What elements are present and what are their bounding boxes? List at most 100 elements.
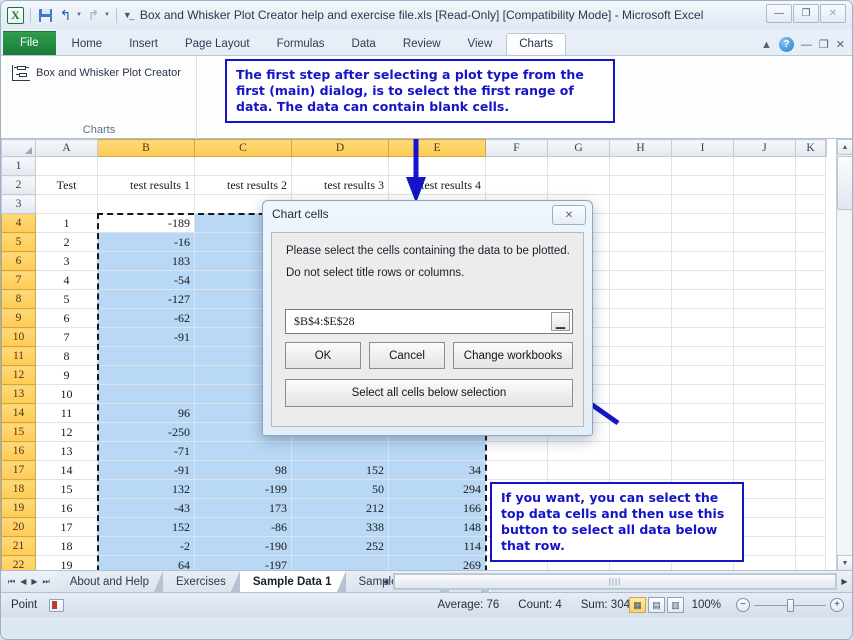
cell-empty[interactable] — [609, 365, 672, 385]
normal-view-button[interactable]: ▦ — [629, 597, 646, 613]
cell-A5[interactable]: 2 — [35, 232, 98, 252]
cell-empty[interactable] — [795, 365, 826, 385]
cell-B22[interactable]: 64 — [97, 555, 195, 570]
cell-empty[interactable] — [671, 194, 734, 214]
cell-empty[interactable] — [609, 384, 672, 404]
zoom-slider-thumb[interactable] — [787, 598, 794, 612]
page-layout-view-button[interactable]: ▤ — [648, 597, 665, 613]
cell-empty[interactable] — [733, 156, 796, 176]
cell-empty[interactable] — [795, 346, 826, 366]
cell-empty[interactable] — [671, 308, 734, 328]
cell-empty[interactable] — [609, 327, 672, 347]
cell-empty[interactable] — [609, 213, 672, 233]
cell-empty[interactable] — [609, 422, 672, 442]
cell-B11[interactable] — [97, 346, 195, 366]
cell-empty[interactable] — [795, 156, 826, 176]
cell-empty[interactable] — [795, 555, 826, 570]
sheet-tab-about-and-help[interactable]: About and Help — [56, 571, 164, 592]
select-all-below-button[interactable]: Select all cells below selection — [285, 379, 573, 407]
cell-empty[interactable] — [795, 441, 826, 461]
row-header-13[interactable]: 13 — [1, 384, 36, 404]
cell-D22[interactable] — [291, 555, 389, 570]
cell-C20[interactable]: -86 — [194, 517, 292, 537]
cell-empty[interactable] — [609, 232, 672, 252]
cell-D21[interactable]: 252 — [291, 536, 389, 556]
row-header-11[interactable]: 11 — [1, 346, 36, 366]
cell-A19[interactable]: 16 — [35, 498, 98, 518]
last-sheet-icon[interactable]: ⏭ — [43, 577, 50, 587]
cell-empty[interactable] — [671, 441, 734, 461]
cell-A6[interactable]: 3 — [35, 251, 98, 271]
cell-A1[interactable] — [35, 156, 98, 176]
tab-data[interactable]: Data — [339, 33, 389, 55]
sheet-tab-sample-data-1[interactable]: Sample Data 1 — [239, 571, 346, 592]
cell-empty[interactable] — [795, 308, 826, 328]
cell-empty[interactable] — [733, 460, 796, 480]
row-header-2[interactable]: 2 — [1, 175, 36, 195]
cell-E21[interactable]: 114 — [388, 536, 486, 556]
cell-empty[interactable] — [733, 251, 796, 271]
zoom-slider-track[interactable] — [754, 598, 826, 612]
cell-empty[interactable] — [795, 536, 826, 556]
save-icon[interactable] — [37, 7, 54, 24]
cell-B21[interactable]: -2 — [97, 536, 195, 556]
cell-A15[interactable]: 12 — [35, 422, 98, 442]
cell-D2[interactable]: test results 3 — [291, 175, 389, 195]
cell-B15[interactable]: -250 — [97, 422, 195, 442]
column-header-d[interactable]: D — [291, 139, 389, 157]
cell-D16[interactable] — [291, 441, 389, 461]
cell-empty[interactable] — [733, 327, 796, 347]
cell-empty[interactable] — [671, 270, 734, 290]
cell-empty[interactable] — [609, 289, 672, 309]
column-header-h[interactable]: H — [609, 139, 672, 157]
prev-sheet-icon[interactable]: ◀ — [20, 577, 26, 586]
cell-B12[interactable] — [97, 365, 195, 385]
cell-E17[interactable]: 34 — [388, 460, 486, 480]
cell-C17[interactable]: 98 — [194, 460, 292, 480]
cell-empty[interactable] — [795, 517, 826, 537]
cell-E16[interactable] — [388, 441, 486, 461]
cell-B10[interactable]: -91 — [97, 327, 195, 347]
row-header-9[interactable]: 9 — [1, 308, 36, 328]
hscroll-left-button[interactable]: ◀ — [378, 573, 393, 590]
cell-empty[interactable] — [733, 308, 796, 328]
cell-empty[interactable] — [609, 270, 672, 290]
row-header-21[interactable]: 21 — [1, 536, 36, 556]
cell-empty[interactable] — [609, 251, 672, 271]
cell-empty[interactable] — [671, 422, 734, 442]
change-workbooks-button[interactable]: Change workbooks — [453, 342, 573, 369]
cell-A8[interactable]: 5 — [35, 289, 98, 309]
hscroll-right-button[interactable]: ▶ — [837, 573, 852, 590]
cell-B13[interactable] — [97, 384, 195, 404]
cancel-button[interactable]: Cancel — [369, 342, 445, 369]
cell-empty[interactable] — [733, 289, 796, 309]
dialog-close-button[interactable]: ✕ — [552, 205, 586, 225]
cell-empty[interactable] — [795, 422, 826, 442]
cell-E1[interactable] — [388, 156, 486, 176]
column-header-e[interactable]: E — [388, 139, 486, 157]
row-header-10[interactable]: 10 — [1, 327, 36, 347]
cell-empty[interactable] — [547, 460, 610, 480]
record-macro-icon[interactable] — [49, 598, 65, 612]
cell-C22[interactable]: -197 — [194, 555, 292, 570]
cell-empty[interactable] — [609, 156, 672, 176]
cell-B16[interactable]: -71 — [97, 441, 195, 461]
help-icon[interactable]: ? — [778, 37, 794, 52]
column-header-j[interactable]: J — [733, 139, 796, 157]
cell-empty[interactable] — [733, 194, 796, 214]
ok-button[interactable]: OK — [285, 342, 361, 369]
cell-A12[interactable]: 9 — [35, 365, 98, 385]
cell-A9[interactable]: 6 — [35, 308, 98, 328]
cell-A2[interactable]: Test — [35, 175, 98, 195]
close-workbook-icon[interactable]: ✕ — [836, 38, 845, 51]
cell-empty[interactable] — [733, 422, 796, 442]
cell-empty[interactable] — [795, 232, 826, 252]
vertical-scroll-thumb[interactable] — [837, 156, 852, 210]
row-header-1[interactable]: 1 — [1, 156, 36, 176]
cell-empty[interactable] — [795, 270, 826, 290]
first-sheet-icon[interactable]: ⏮ — [8, 577, 15, 587]
row-header-6[interactable]: 6 — [1, 251, 36, 271]
horizontal-scrollbar[interactable]: ◀ |||| ▶ — [378, 571, 852, 592]
cell-D1[interactable] — [291, 156, 389, 176]
cell-empty[interactable] — [609, 308, 672, 328]
